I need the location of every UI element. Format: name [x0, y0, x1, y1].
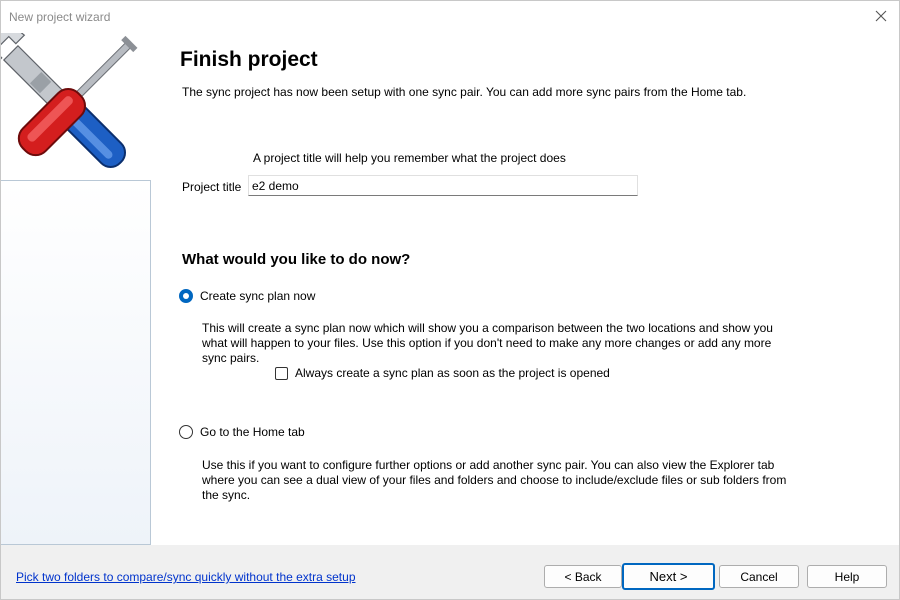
footer-bar: Pick two folders to compare/sync quickly… [1, 545, 899, 599]
back-button[interactable]: < Back [544, 565, 622, 588]
page-title: Finish project [180, 48, 318, 71]
window-title: New project wizard [9, 10, 111, 24]
wizard-window: New project wizard Finish project The sy… [0, 0, 900, 600]
radio-go-home-tab[interactable]: Go to the Home tab [179, 425, 305, 439]
close-icon [875, 10, 887, 22]
main-content: Finish project The sync project has now … [151, 33, 899, 545]
always-create-plan-checkbox[interactable] [275, 366, 288, 380]
always-create-plan-label: Always create a sync plan as soon as the… [295, 366, 610, 380]
radio-button-selected[interactable] [179, 289, 193, 303]
left-panel [1, 33, 151, 545]
radio-create-sync-plan-label: Create sync plan now [200, 289, 316, 303]
help-button[interactable]: Help [807, 565, 887, 588]
cancel-button[interactable]: Cancel [719, 565, 799, 588]
radio-create-sync-plan[interactable]: Create sync plan now [179, 289, 315, 303]
radio-go-home-tab-label: Go to the Home tab [200, 425, 305, 439]
create-sync-plan-description: This will create a sync plan now which w… [202, 321, 773, 365]
project-title-hint: A project title will help you remember w… [253, 151, 566, 165]
go-home-tab-description: Use this if you want to configure furthe… [202, 458, 787, 502]
wrench-screwdriver-icon [1, 33, 138, 169]
radio-button-unselected[interactable] [179, 425, 193, 439]
project-title-label: Project title [182, 180, 242, 194]
quick-setup-link[interactable]: Pick two folders to compare/sync quickly… [16, 570, 356, 584]
close-button[interactable] [867, 3, 895, 29]
side-panel-box [1, 180, 151, 545]
next-button[interactable]: Next > [622, 563, 715, 590]
section-question: What would you like to do now? [182, 251, 411, 268]
page-subtext: The sync project has now been setup with… [182, 85, 747, 99]
title-bar: New project wizard [1, 1, 899, 33]
always-create-plan-checkbox-row[interactable]: Always create a sync plan as soon as the… [275, 366, 610, 380]
project-title-input[interactable] [248, 175, 638, 196]
